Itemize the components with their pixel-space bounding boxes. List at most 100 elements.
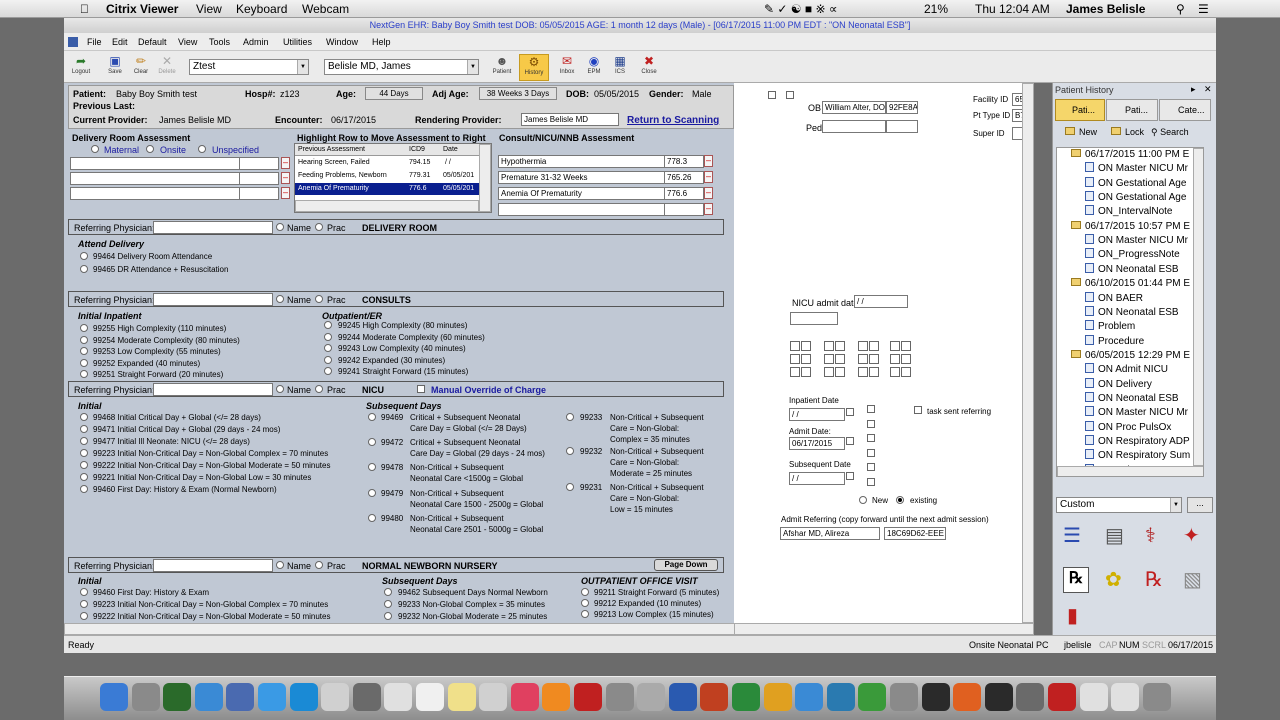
grid-checkbox[interactable] (867, 434, 875, 442)
history-document[interactable]: ON Neonatal ESB (1085, 305, 1179, 320)
maternal-radio[interactable] (91, 145, 99, 153)
chevron-down-icon[interactable]: ▼ (297, 60, 308, 74)
grid-checkbox[interactable] (869, 354, 879, 364)
rx-icon[interactable]: ℞ (1063, 567, 1089, 593)
code-radio[interactable] (80, 461, 88, 469)
dock-app-icon[interactable] (826, 683, 855, 711)
history-document[interactable]: ON_IntervalNote (1085, 205, 1172, 219)
code-radio[interactable] (324, 355, 332, 364)
custom-combo[interactable]: Custom ▼ (1056, 497, 1182, 513)
code-radio[interactable] (80, 588, 88, 596)
menu-tools[interactable]: Tools (209, 37, 230, 47)
prac-radio[interactable] (315, 561, 323, 569)
history-document[interactable]: ON Respiratory ADP (1085, 435, 1190, 449)
consult-icd-1[interactable]: 778.3 (664, 155, 704, 168)
history-document[interactable]: ON Proc PulsOx (1085, 420, 1171, 435)
code-radio[interactable] (80, 612, 88, 620)
grid-checkbox[interactable] (858, 354, 868, 364)
dock-app-icon[interactable] (795, 683, 824, 711)
history-document[interactable]: ON BAER (1085, 291, 1143, 306)
history-folder[interactable]: 06/05/2015 12:29 PM E (1071, 349, 1190, 363)
grid-checkbox[interactable] (869, 367, 879, 377)
grid-checkbox[interactable] (835, 341, 845, 351)
history-button[interactable]: ⚙ History (519, 54, 549, 81)
dock-app-icon[interactable] (1111, 683, 1140, 711)
form-hscrollbar[interactable] (64, 623, 734, 635)
grid-checkbox[interactable] (890, 341, 900, 351)
history-document[interactable]: Procedure (1085, 334, 1144, 349)
menu-keyboard[interactable]: Keyboard (236, 2, 287, 16)
code-radio[interactable] (368, 463, 376, 471)
prac-radio[interactable] (315, 295, 323, 303)
history-document[interactable]: ON Respiratory Sum (1085, 449, 1190, 463)
close-icon[interactable]: ✕ (1204, 84, 1212, 95)
code-radio[interactable] (566, 483, 574, 491)
search-button[interactable]: ⚲ Search (1151, 127, 1189, 138)
consult-icd-3[interactable]: 776.6 (664, 187, 704, 200)
grid-checkbox[interactable] (901, 341, 911, 351)
code-radio[interactable] (80, 413, 88, 421)
new-radio[interactable] (859, 496, 867, 504)
referring-physician-field[interactable] (153, 383, 273, 396)
dock-app-icon[interactable] (921, 683, 950, 711)
code-radio[interactable] (80, 358, 88, 367)
task-sent-checkbox[interactable] (914, 406, 922, 414)
more-button[interactable]: ... (1187, 497, 1213, 513)
history-document[interactable]: ON_ProgressNote (1085, 248, 1180, 262)
apple-icon[interactable]:  (80, 2, 89, 16)
referring-physician-field[interactable] (153, 293, 273, 306)
delivery-assessment-1[interactable] (70, 157, 240, 170)
delivery-code-1[interactable] (239, 157, 279, 170)
grid-checkbox[interactable] (869, 341, 879, 351)
remove-button[interactable]: – (704, 203, 713, 215)
grid-checkbox[interactable] (901, 354, 911, 364)
grid-checkbox[interactable] (835, 367, 845, 377)
dock-app-icon[interactable] (1016, 683, 1045, 711)
prac-radio[interactable] (315, 385, 323, 393)
prescription-icon[interactable]: ℞ (1145, 567, 1171, 593)
menu-help[interactable]: Help (372, 37, 391, 47)
history-document[interactable]: ON Admit NICU (1085, 363, 1168, 377)
list-icon[interactable]: ☰ (1198, 2, 1209, 16)
history-document[interactable]: ON Delivery (1085, 377, 1152, 392)
dock-app-icon[interactable] (100, 683, 128, 711)
chevron-down-icon[interactable]: ▼ (1170, 498, 1181, 512)
menu-default[interactable]: Default (138, 37, 167, 47)
history-document[interactable]: Problem (1085, 320, 1135, 334)
consult-assessment-1[interactable]: Hypothermia (498, 155, 666, 168)
tab-category[interactable]: Cate... (1159, 99, 1211, 121)
dock-app-icon[interactable] (763, 683, 792, 711)
dock-app-icon[interactable] (384, 683, 413, 711)
name-radio[interactable] (276, 561, 284, 569)
grid-hscrollbar[interactable] (295, 200, 479, 212)
practice-combo[interactable]: Ztest ▼ (189, 59, 309, 75)
manual-override-checkbox[interactable] (417, 385, 425, 393)
history-folder[interactable]: 06/10/2015 01:44 PM E (1071, 277, 1190, 291)
list-icon[interactable]: ☰ (1063, 523, 1089, 549)
consult-icd-4[interactable] (664, 203, 704, 216)
consult-icd-2[interactable]: 765.26 (664, 171, 704, 184)
subsequent-date-field[interactable]: / / (789, 472, 845, 485)
dock-app-icon[interactable] (226, 683, 255, 711)
name-radio[interactable] (276, 295, 284, 303)
logout-button[interactable]: ➦ Logout (68, 54, 94, 81)
right-hscrollbar[interactable] (734, 623, 1034, 635)
grid-row[interactable]: Hearing Screen, Failed 794.15 / / (295, 157, 479, 169)
dock-app-icon[interactable] (479, 683, 508, 711)
grid-checkbox[interactable] (890, 354, 900, 364)
admit-date-field[interactable]: 06/17/2015 (789, 437, 845, 450)
grid-checkbox[interactable] (858, 367, 868, 377)
code-radio[interactable] (581, 599, 589, 607)
history-document[interactable]: ON Master NICU Mr (1085, 162, 1188, 176)
code-radio[interactable] (80, 600, 88, 608)
history-folder[interactable]: 06/17/2015 10:57 PM E (1071, 220, 1190, 234)
return-to-scanning-link[interactable]: Return to Scanning (627, 115, 719, 126)
app-name[interactable]: Citrix Viewer (106, 2, 178, 16)
dock-app-icon[interactable] (416, 683, 444, 711)
nicu-admit-field[interactable]: / / (854, 295, 908, 308)
clear-button[interactable]: ✏ Clear (128, 54, 154, 81)
consult-assessment-3[interactable]: Anemia Of Prematurity (498, 187, 666, 200)
user-menu[interactable]: James Belisle (1066, 2, 1145, 16)
prac-radio[interactable] (315, 223, 323, 231)
code-radio[interactable] (566, 413, 574, 421)
